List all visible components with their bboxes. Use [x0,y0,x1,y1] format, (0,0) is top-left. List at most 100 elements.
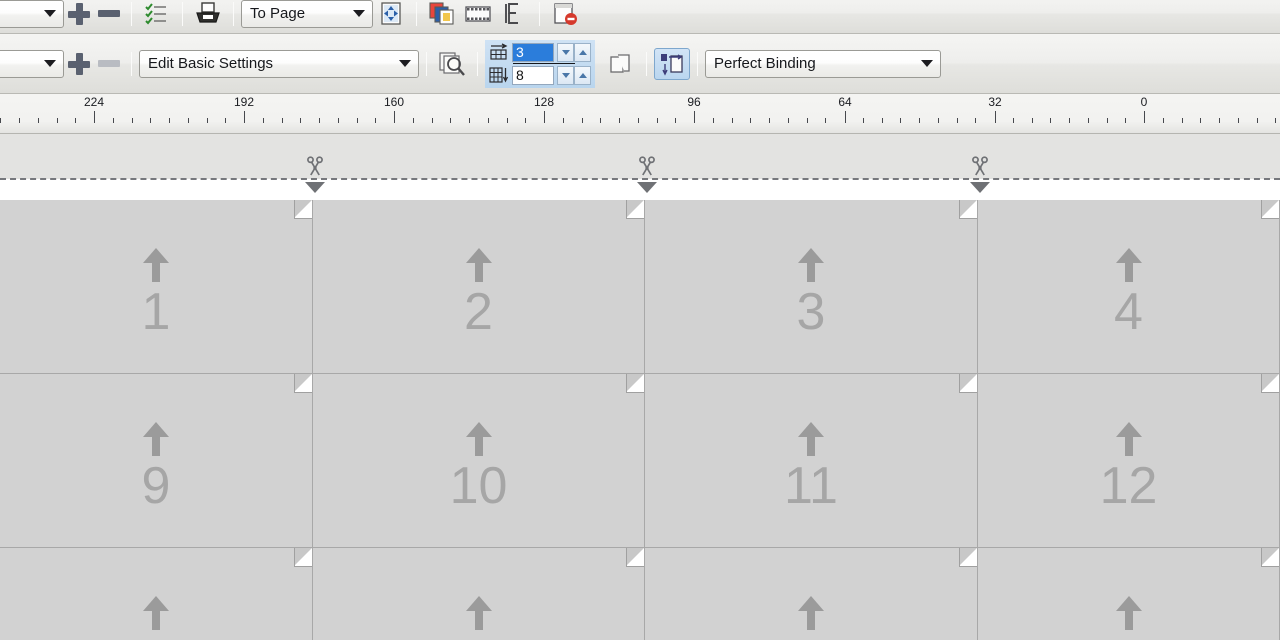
page-row: 9101112 [0,374,1280,548]
ruler-tick-minor [469,118,470,123]
page-cell[interactable]: 12 [978,374,1280,548]
ruler-tick-minor [750,118,751,123]
page-grid[interactable]: 1234910111217181920 [0,200,1280,640]
columns-increment-button[interactable] [574,43,591,62]
preset-dropdown-top[interactable] [0,0,64,28]
ruler-tick-minor [1050,118,1051,123]
add-button-top[interactable] [64,0,94,29]
page-cell[interactable]: 4 [978,200,1280,374]
imposition-canvas[interactable]: 1234910111217181920 [0,134,1280,640]
basic-settings-dropdown[interactable]: Edit Basic Settings [139,50,419,78]
page-number-label: 3 [797,284,826,340]
up-arrow-icon [1116,422,1142,456]
ruler-tick-minor [1219,118,1220,123]
up-arrow-icon [1116,248,1142,282]
page-row: 1 2 3 4 [0,200,1280,374]
scissors-icon [969,156,991,178]
ruler-tick-minor [638,118,639,123]
layers-button[interactable] [434,48,470,80]
toolbar-separator [477,52,478,76]
ruler-tick-minor [1182,118,1183,123]
checklist-button[interactable] [139,0,175,30]
ruler-tick-minor [1200,118,1201,123]
page-number-label: 1 [142,284,171,340]
page-fold-corner-icon [1261,548,1279,566]
rows-decrement-button[interactable] [557,66,574,85]
up-arrow-icon [798,422,824,456]
page-cell[interactable]: 10 [313,374,645,548]
filmstrip-button[interactable] [460,0,496,30]
rows-spinner-row: 8 [489,66,591,85]
rows-input[interactable]: 8 [512,66,554,85]
ruler-label: 0 [1141,95,1148,109]
ruler-tick-minor [975,118,976,123]
columns-decrement-button[interactable] [557,43,574,62]
chevron-down-icon[interactable] [914,51,940,77]
grid-rows-icon [489,66,509,84]
single-page-icon [608,51,634,77]
up-arrow-icon [1116,596,1142,630]
chevron-down-icon[interactable] [37,1,63,27]
chevron-down-icon[interactable] [37,51,63,77]
ruler-label: 64 [838,95,851,109]
remove-layout-button [94,49,124,79]
page-cell[interactable]: 11 [645,374,978,548]
spinner-underline [513,63,575,64]
toolbar-separator [539,2,540,26]
to-page-dropdown[interactable]: To Page [241,0,373,28]
ruler-tick-minor [188,118,189,123]
page-margins-button[interactable] [654,48,690,80]
rows-spin-buttons [557,66,591,85]
page-fold-corner-icon [294,374,312,392]
single-page-button[interactable] [603,48,639,80]
page-cell[interactable]: 19 [645,548,978,640]
duplicate-pages-button[interactable] [424,0,460,30]
columns-input[interactable]: 3 [512,43,554,62]
page-fold-corner-icon [1261,200,1279,218]
ruler-label: 128 [534,95,554,109]
print-button[interactable] [190,0,226,30]
up-arrow-icon [466,248,492,282]
chevron-down-icon[interactable] [346,1,372,27]
sheet-order-icon [502,1,526,27]
ruler-tick-minor [450,118,451,123]
page-cell[interactable]: 20 [978,548,1280,640]
delete-page-button[interactable] [547,0,583,30]
page-cell[interactable]: 18 [313,548,645,640]
ruler-tick-minor [675,118,676,123]
minus-icon [98,10,120,17]
page-fold-corner-icon [959,200,977,218]
toolbar-separator [416,2,417,26]
chevron-down-icon[interactable] [392,51,418,77]
ruler-tick-minor [919,118,920,123]
checklist-icon [144,1,170,27]
sheet-order-button[interactable] [496,0,532,30]
ruler-tick-minor [1107,118,1108,123]
up-arrow-icon [466,422,492,456]
fit-page-button[interactable] [373,0,409,30]
add-layout-button[interactable] [64,49,94,79]
binding-style-dropdown[interactable]: Perfect Binding [705,50,941,78]
page-fold-corner-icon [626,200,644,218]
remove-button-top[interactable] [94,0,124,29]
page-cell[interactable]: 3 [645,200,978,374]
ruler-label: 96 [687,95,700,109]
page-cell[interactable]: 9 [0,374,313,548]
page-cell[interactable]: 17 [0,548,313,640]
rows-increment-button[interactable] [574,66,591,85]
page-number-label: 4 [1114,284,1143,340]
page-cell[interactable]: 1 [0,200,313,374]
ruler-tick-minor [600,118,601,123]
ruler-tick-major [694,111,695,123]
ruler-label: 192 [234,95,254,109]
layers-icon [437,50,467,78]
ruler-tick-major [1144,111,1145,123]
delete-page-icon [552,1,578,27]
horizontal-ruler[interactable]: 2241921601289664320 [0,94,1280,134]
ruler-tick-minor [563,118,564,123]
page-cell[interactable]: 2 [313,200,645,374]
ruler-tick-minor [300,118,301,123]
layout-preset-dropdown[interactable] [0,50,64,78]
ruler-tick-minor [657,118,658,123]
ruler-tick-minor [488,118,489,123]
